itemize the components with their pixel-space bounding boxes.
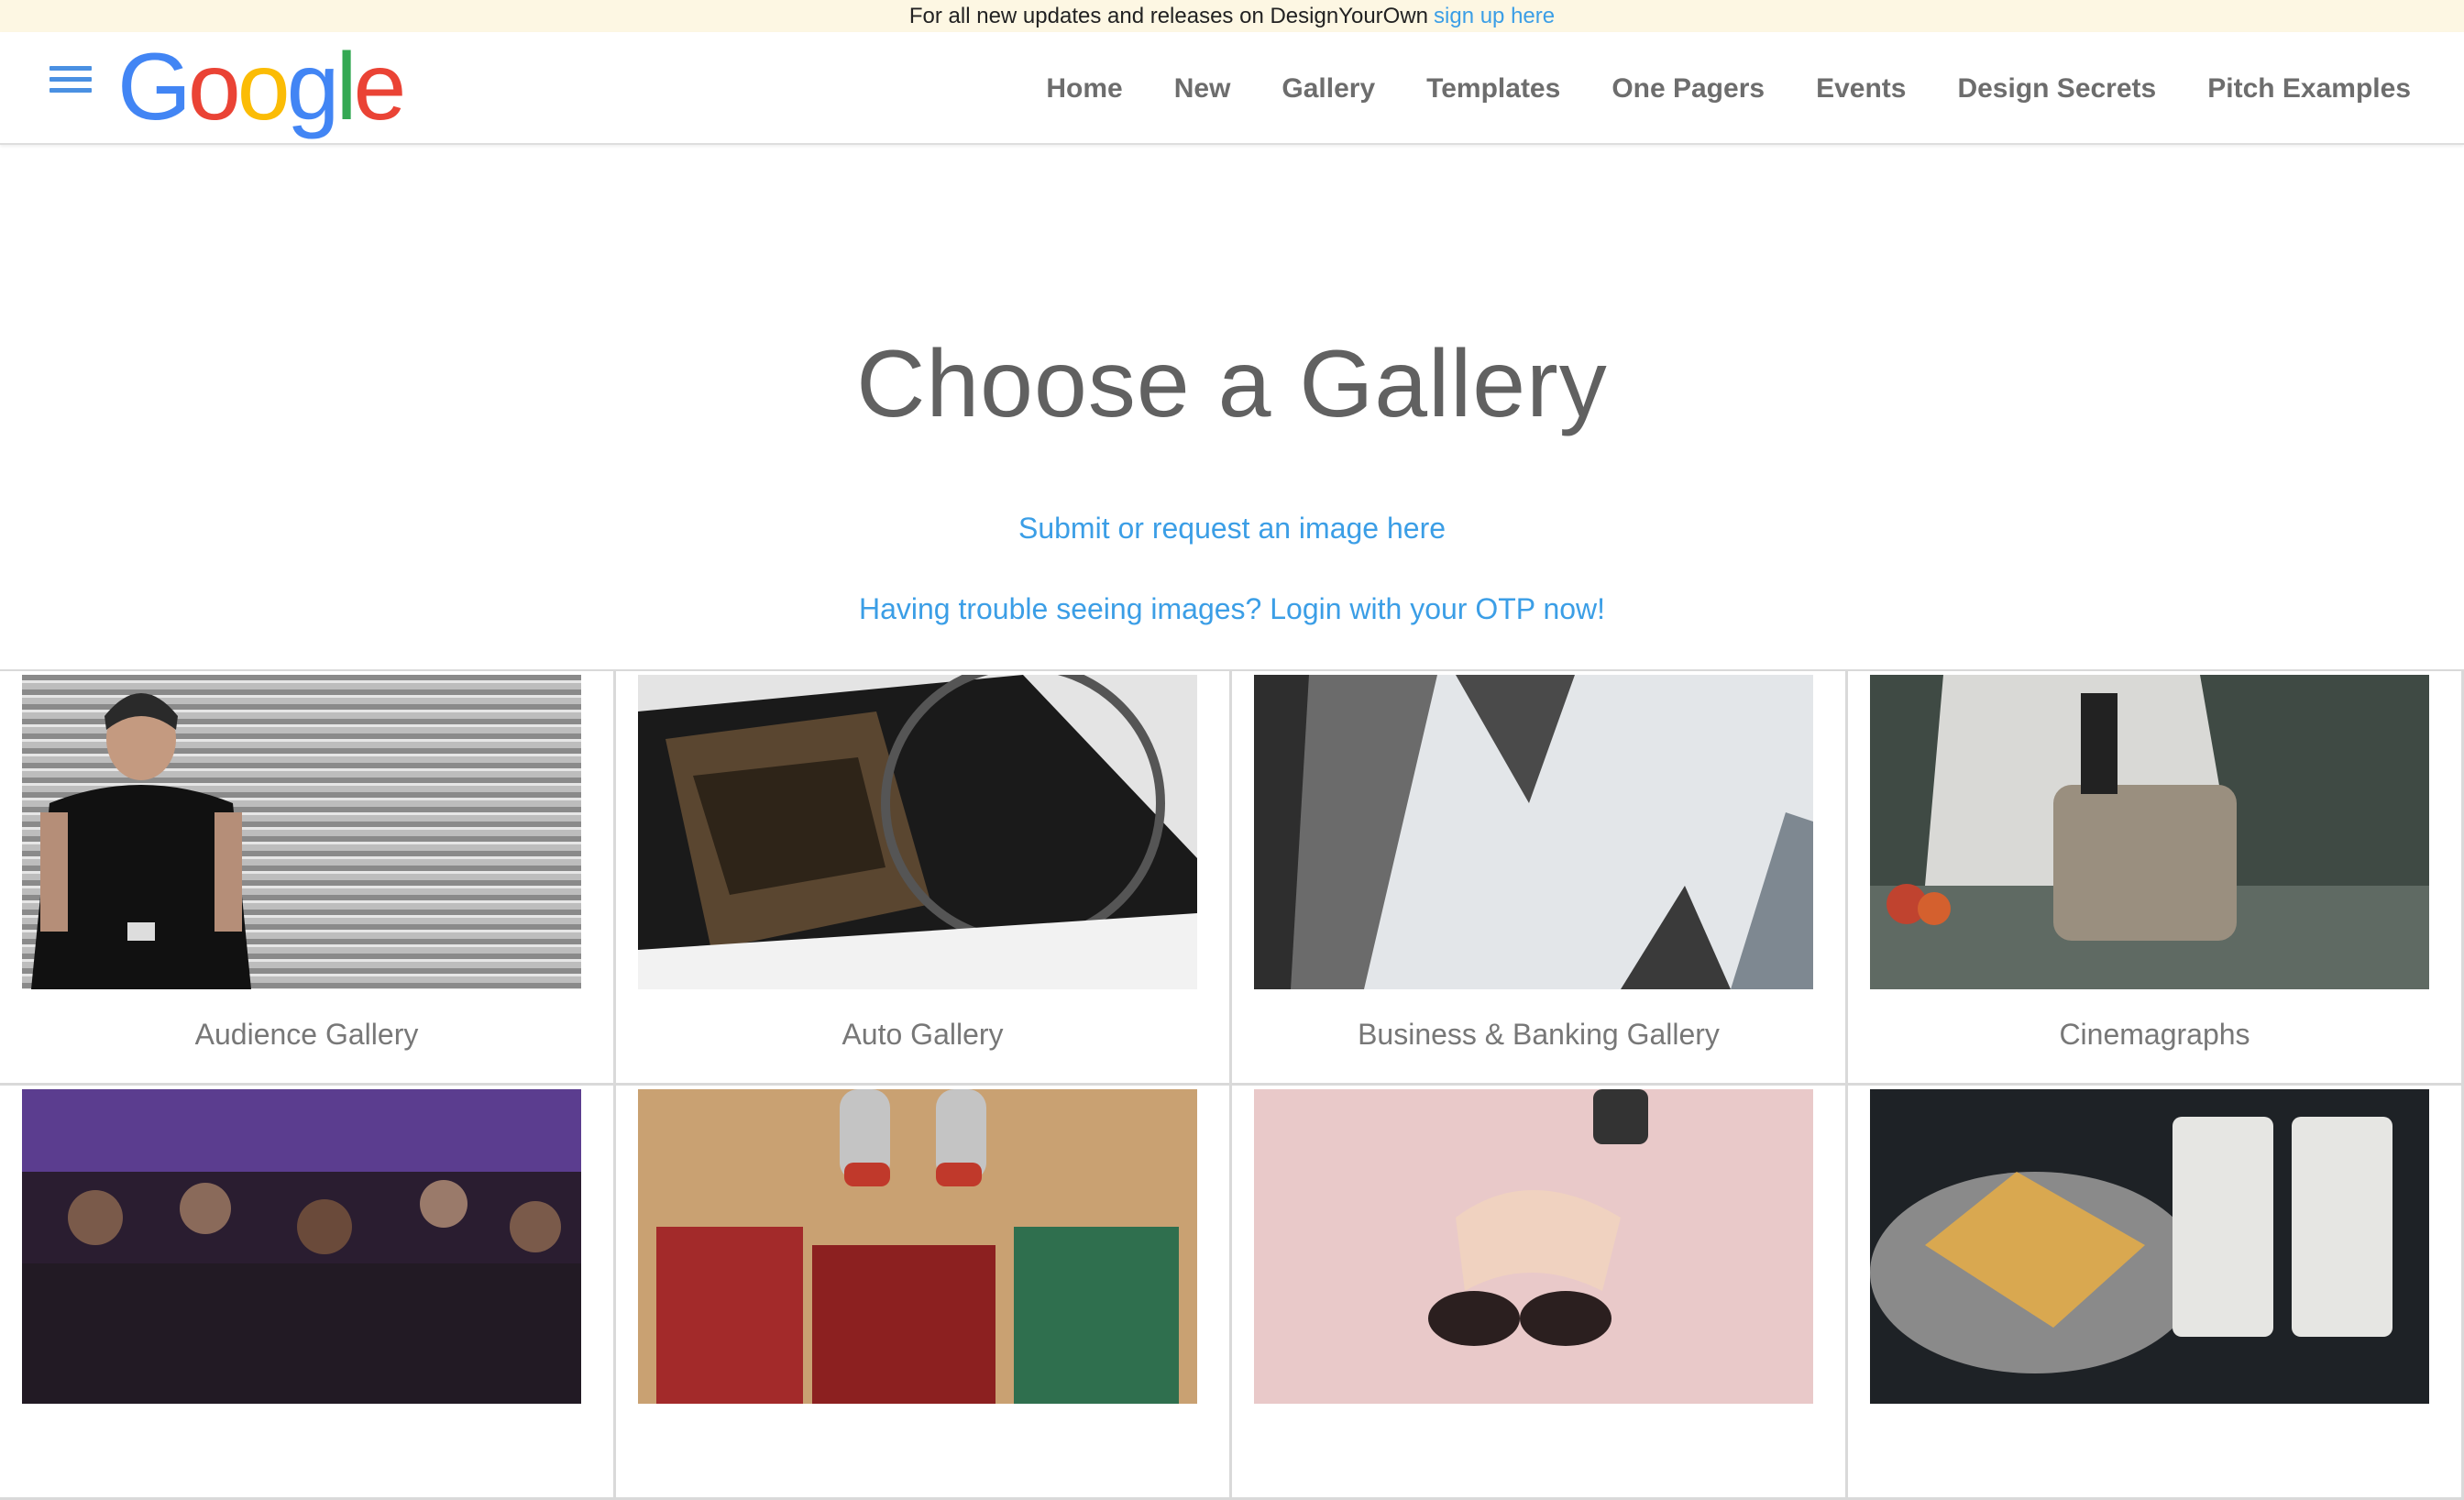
gallery-label: Business & Banking Gallery (1358, 1018, 1720, 1051)
logo-letter: o (187, 34, 241, 140)
fashion-gallery-image (1254, 1089, 1813, 1404)
nav-design-secrets[interactable]: Design Secrets (1957, 73, 2156, 105)
concert-gallery-image (22, 1089, 581, 1404)
signup-link[interactable]: sign up here (1434, 4, 1555, 29)
nav-home[interactable]: Home (1046, 73, 1122, 105)
main-nav: Home New Gallery Templates One Pagers Ev… (1046, 32, 2411, 145)
gallery-card-audience[interactable]: Audience Gallery (0, 671, 616, 1086)
gallery-card-auto[interactable]: Auto Gallery (616, 671, 1232, 1086)
gallery-card-8[interactable] (1848, 1086, 2464, 1500)
nav-new[interactable]: New (1174, 73, 1231, 105)
otp-login-link[interactable]: Having trouble seeing images? Login with… (0, 592, 2464, 626)
gallery-label: Audience Gallery (194, 1018, 419, 1051)
logo-letter: e (353, 34, 407, 140)
logo-letter: g (286, 34, 340, 140)
nav-pitch-examples[interactable]: Pitch Examples (2207, 73, 2411, 105)
logo-letter: G (117, 34, 192, 140)
nav-templates[interactable]: Templates (1426, 73, 1560, 105)
menu-icon[interactable] (50, 66, 92, 94)
google-logo[interactable]: Google (117, 34, 407, 140)
auto-gallery-image (638, 675, 1197, 989)
gallery-label: Cinemagraphs (2059, 1018, 2250, 1051)
nav-gallery[interactable]: Gallery (1282, 73, 1375, 105)
gallery-card-cinemagraphs[interactable]: Cinemagraphs (1848, 671, 2464, 1086)
gifts-gallery-image (638, 1089, 1197, 1404)
nav-one-pagers[interactable]: One Pagers (1612, 73, 1765, 105)
logo-letter: l (336, 34, 357, 140)
gallery-label: Auto Gallery (842, 1018, 1004, 1051)
gallery-card-6[interactable] (616, 1086, 1232, 1500)
site-header: Google Home New Gallery Templates One Pa… (0, 32, 2464, 145)
announcement-text: For all new updates and releases on Desi… (908, 3, 1429, 28)
submit-image-link[interactable]: Submit or request an image here (0, 512, 2464, 546)
announcement-bar: For all new updates and releases on Desi… (0, 0, 2464, 32)
gallery-card-5[interactable] (0, 1086, 616, 1500)
business-banking-gallery-image (1254, 675, 1813, 989)
cinemagraphs-gallery-image (1870, 675, 2429, 989)
nav-events[interactable]: Events (1816, 73, 1906, 105)
gallery-card-business-banking[interactable]: Business & Banking Gallery (1232, 671, 1848, 1086)
logo-letter: o (236, 34, 291, 140)
gallery-grid: Audience Gallery Auto Gallery Business &… (0, 669, 2464, 1500)
food-drinks-gallery-image (1870, 1089, 2429, 1404)
audience-gallery-image (22, 675, 581, 989)
page-title: Choose a Gallery (856, 331, 1608, 437)
gallery-card-7[interactable] (1232, 1086, 1848, 1500)
